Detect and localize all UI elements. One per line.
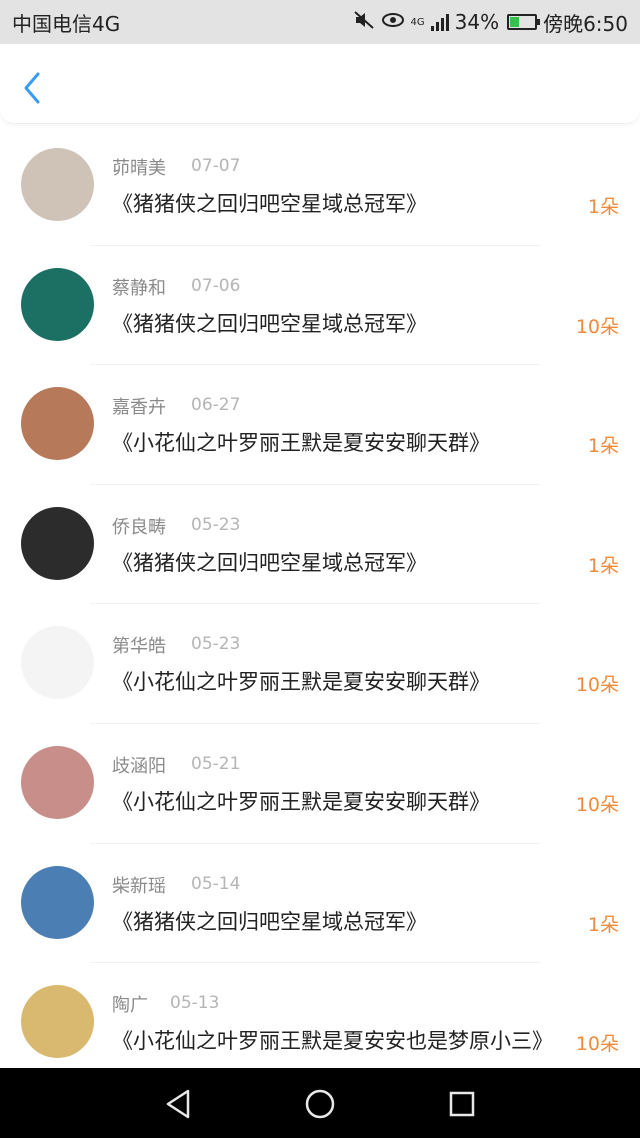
sender-name: 茆晴美 [112,158,166,179]
list-item[interactable]: 柴新瑶 05-14 《猪猪侠之回归吧空星域总冠军》 1朵 [0,844,640,964]
work-title: 《猪猪侠之回归吧空星域总冠军》 [112,192,427,216]
avatar[interactable] [21,985,94,1059]
home-nav-icon[interactable] [304,1088,336,1120]
avatar[interactable] [21,387,94,461]
battery-icon [507,14,541,30]
list-item[interactable]: 茆晴美 07-07 《猪猪侠之回归吧空星域总冠军》 1朵 [0,126,640,246]
sender-name: 第华皓 [112,636,166,658]
work-title: 《猪猪侠之回归吧空星域总冠军》 [112,550,427,575]
network-type: 4G [410,16,425,28]
status-indicators: 4G 34% 傍晚6:50 [353,8,628,37]
list-item[interactable]: 第华皓 05-23 《小花仙之叶罗丽王默是夏安安聊天群》 10朵 [0,604,640,724]
flower-count: 10朵 [575,793,619,816]
list-item[interactable]: 嘉香卉 06-27 《小花仙之叶罗丽王默是夏安安聊天群》 1朵 [0,365,640,485]
list-item[interactable]: 侨良畴 05-23 《猪猪侠之回归吧空星域总冠军》 1朵 [0,485,640,605]
status-bar: 中国电信4G 4G 34% 傍晚6:50 [0,0,640,44]
chevron-left-icon [24,72,40,104]
clock: 傍晚6:50 [543,11,628,36]
work-title: 《小花仙之叶罗丽王默是夏安安聊天群》 [112,670,490,695]
carrier-label: 中国电信4G [12,11,121,36]
gift-date: 06-27 [191,395,241,416]
gift-date: 05-23 [191,634,241,655]
flower-count: 1朵 [587,196,619,218]
flower-count: 1朵 [587,554,619,577]
recents-nav-icon[interactable] [446,1088,478,1120]
gift-date: 05-14 [191,873,241,894]
nav-bar [0,44,640,124]
back-nav-icon[interactable] [162,1088,194,1120]
sender-name: 侨良畴 [112,516,166,538]
avatar[interactable] [21,148,94,221]
gift-date: 05-21 [191,753,241,774]
signal-icon [430,13,449,31]
sender-name: 歧涵阳 [112,755,166,777]
gift-date: 05-23 [191,514,241,535]
list-item[interactable]: 蔡静和 07-06 《猪猪侠之回归吧空星域总冠军》 10朵 [0,246,640,366]
flower-count: 10朵 [575,1033,619,1056]
work-title: 《猪猪侠之回归吧空星域总冠军》 [112,311,427,336]
flower-count: 1朵 [587,913,619,936]
flower-count: 10朵 [575,315,619,338]
sender-name: 嘉香卉 [112,397,166,419]
avatar[interactable] [21,267,94,341]
eye-icon [381,11,405,34]
work-title: 《小花仙之叶罗丽王默是夏安安聊天群》 [112,789,490,814]
avatar[interactable] [21,506,94,580]
system-nav-bar [0,1068,640,1138]
work-title: 《猪猪侠之回归吧空星域总冠军》 [112,909,427,934]
avatar[interactable] [21,626,94,700]
back-button[interactable] [18,70,48,104]
list-item[interactable]: 歧涵阳 05-21 《小花仙之叶罗丽王默是夏安安聊天群》 10朵 [0,724,640,844]
list-item[interactable]: 陶广 05-13 《小花仙之叶罗丽王默是夏安安也是梦原小三》 10朵 [0,963,640,1068]
sender-name: 陶广 [112,995,148,1017]
sender-name: 柴新瑶 [112,875,166,897]
sender-name: 蔡静和 [112,277,166,299]
work-title: 《小花仙之叶罗丽王默是夏安安聊天群》 [112,431,490,456]
mute-icon [353,10,375,35]
gift-date: 07-06 [191,275,241,296]
gift-record-list: 茆晴美 07-07 《猪猪侠之回归吧空星域总冠军》 1朵 蔡静和 07-06 《… [0,126,640,1068]
flower-count: 10朵 [575,674,619,697]
flower-count: 1朵 [587,435,619,458]
battery-percent: 34% [454,10,500,34]
gift-date: 05-13 [170,993,220,1014]
avatar[interactable] [21,745,94,819]
avatar[interactable] [21,865,94,939]
gift-date: 07-07 [191,156,241,176]
work-title: 《小花仙之叶罗丽王默是夏安安也是梦原小三》 [112,1029,553,1054]
